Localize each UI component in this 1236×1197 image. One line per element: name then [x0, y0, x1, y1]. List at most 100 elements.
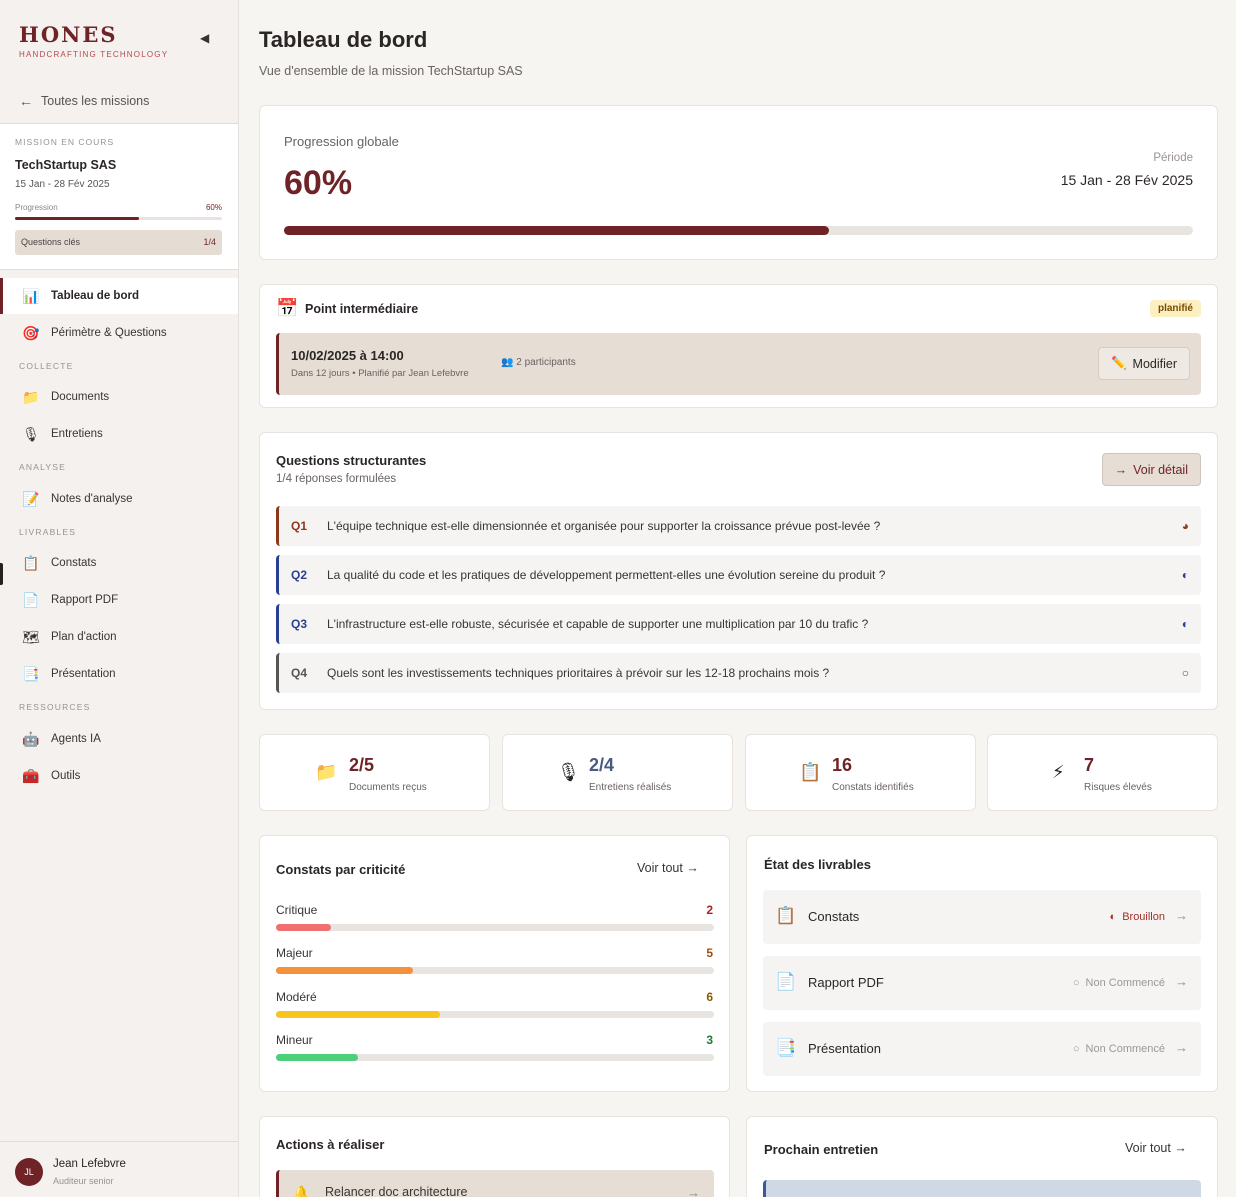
criticality-label: Majeur: [276, 946, 313, 960]
edit-milestone-button[interactable]: ✏️ Modifier: [1097, 347, 1190, 380]
sidebar-item-action-plan[interactable]: 🗺 Plan d'action: [0, 619, 238, 655]
collapse-sidebar-icon[interactable]: ◀: [200, 31, 209, 45]
clipboard-icon: 📋: [775, 906, 797, 925]
action-row[interactable]: 🔔 Relancer doc architecture →: [276, 1170, 714, 1197]
criticality-bar: [276, 1011, 714, 1018]
divider: [0, 269, 239, 270]
user-role: Auditeur senior: [53, 1176, 114, 1186]
criticality-value: 3: [706, 1033, 713, 1047]
section-collecte: COLLECTE: [19, 361, 74, 371]
sidebar-item-label: Constats: [51, 557, 97, 569]
stat-value: 7: [1084, 755, 1095, 775]
see-all-findings-link[interactable]: Voir tout →: [637, 861, 699, 875]
milestone-card: 📅 Point intermédiaire planifié 10/02/202…: [259, 284, 1218, 408]
lightning-icon: ⚡: [1052, 762, 1065, 782]
key-questions-value: 1/4: [203, 237, 216, 247]
sidebar: HONES HANDCRAFTING TECHNOLOGY ◀ ← Toutes…: [0, 0, 239, 1197]
brand-logo[interactable]: HONES HANDCRAFTING TECHNOLOGY: [19, 22, 168, 59]
sidebar-item-interviews[interactable]: 🎙 Entretiens: [0, 416, 238, 452]
stat-value: 16: [832, 755, 853, 775]
sidebar-item-ai-agents[interactable]: 🤖 Agents IA: [0, 721, 238, 757]
stat-risks[interactable]: ⚡ 7 Risques élevés: [987, 734, 1218, 811]
question-number: Q2: [291, 568, 308, 582]
sidebar-item-documents[interactable]: 📁 Documents: [0, 379, 238, 415]
deliverable-status: ○ Non Commencé: [1073, 977, 1165, 989]
question-row[interactable]: Q4 Quels sont les investissements techni…: [276, 653, 1201, 693]
global-progress-fill: [284, 226, 830, 235]
questions-subtitle: 1/4 réponses formulées: [276, 473, 397, 485]
sidebar-item-label: Notes d'analyse: [51, 493, 133, 505]
deliverable-row[interactable]: 📄 Rapport PDF ○ Non Commencé →: [763, 956, 1201, 1010]
progress-status-icon: ◐: [1181, 617, 1189, 631]
back-to-missions-link[interactable]: ← Toutes les missions: [19, 93, 149, 109]
sidebar-item-scope[interactable]: 🎯 Périmètre & Questions: [0, 315, 238, 351]
participants-count: 👥 2 participants: [501, 357, 576, 368]
stat-findings[interactable]: 📋 16 Constats identifiés: [745, 734, 976, 811]
question-text: Quels sont les investissements technique…: [327, 666, 830, 680]
deliverable-row[interactable]: 📋 Constats ◐ Brouillon →: [763, 890, 1201, 944]
see-all-interviews-link[interactable]: Voir tout →: [1125, 1141, 1187, 1155]
arrow-left-icon: ←: [19, 93, 33, 109]
mission-name: TechStartup SAS: [15, 158, 117, 172]
actions-title: Actions à réaliser: [276, 1137, 385, 1152]
sidebar-item-findings[interactable]: 📋 Constats: [0, 545, 238, 581]
criticality-title: Constats par criticité: [276, 862, 406, 877]
milestone-title: Point intermédiaire: [305, 302, 419, 316]
brand-name: HONES: [19, 22, 118, 47]
sidebar-item-label: Outils: [51, 770, 81, 782]
sidebar-item-label: Périmètre & Questions: [51, 327, 167, 339]
arrow-right-icon: →: [1175, 908, 1188, 923]
question-text: L'infrastructure est-elle robuste, sécur…: [327, 617, 869, 631]
question-row[interactable]: Q3 L'infrastructure est-elle robuste, sé…: [276, 604, 1201, 644]
stat-value: 2/4: [589, 755, 615, 775]
stat-label: Constats identifiés: [832, 782, 914, 793]
microphone-icon: 🎙: [22, 425, 40, 442]
key-questions-box[interactable]: Questions clés 1/4: [15, 230, 222, 255]
sidebar-item-label: Tableau de bord: [51, 290, 139, 302]
sidebar-item-pdf-report[interactable]: 📄 Rapport PDF: [0, 582, 238, 618]
question-text: L'équipe technique est-elle dimensionnée…: [327, 519, 881, 533]
deliverables-card: État des livrables 📋 Constats ◐ Brouillo…: [746, 835, 1218, 1092]
user-profile[interactable]: JL Jean Lefebvre Auditeur senior: [0, 1141, 239, 1197]
resize-handle[interactable]: [0, 563, 3, 585]
section-analyse: ANALYSE: [19, 462, 66, 472]
key-questions-label: Questions clés: [21, 237, 81, 247]
half-circle-icon: ◐: [1109, 911, 1117, 923]
sidebar-item-label: Documents: [51, 391, 110, 403]
criticality-label: Critique: [276, 903, 318, 917]
sidebar-item-tools[interactable]: 🧰 Outils: [0, 758, 238, 794]
view-detail-label: Voir détail: [1133, 462, 1188, 477]
question-row[interactable]: Q1 L'équipe technique est-elle dimension…: [276, 506, 1201, 546]
progress-value: 60%: [284, 164, 353, 202]
milestone-datetime: 10/02/2025 à 14:00: [291, 348, 404, 363]
question-text: La qualité du code et les pratiques de d…: [327, 568, 886, 582]
deliverable-status-label: Non Commencé: [1085, 1043, 1165, 1055]
page-subtitle: Vue d'ensemble de la mission TechStartup…: [259, 64, 523, 78]
criticality-bar: [276, 1054, 714, 1061]
empty-circle-icon: ○: [1072, 1043, 1080, 1055]
stat-interviews[interactable]: 🎙 2/4 Entretiens réalisés: [502, 734, 733, 811]
sidebar-item-label: Entretiens: [51, 428, 103, 440]
question-row[interactable]: Q2 La qualité du code et les pratiques d…: [276, 555, 1201, 595]
sidebar-item-label: Présentation: [51, 668, 116, 680]
arrow-right-icon: →: [1175, 1040, 1188, 1055]
deliverable-name: Présentation: [808, 1041, 881, 1056]
stat-label: Documents reçus: [349, 782, 427, 793]
sidebar-item-dashboard[interactable]: 📊 Tableau de bord: [0, 278, 238, 314]
memo-icon: 📝: [22, 490, 40, 507]
section-ressources: RESSOURCES: [19, 702, 91, 712]
deliverable-row[interactable]: 📑 Présentation ○ Non Commencé →: [763, 1022, 1201, 1076]
sidebar-item-presentation[interactable]: 📑 Présentation: [0, 656, 238, 692]
map-icon: 🗺: [22, 628, 40, 645]
toolbox-icon: 🧰: [22, 767, 40, 784]
stat-label: Entretiens réalisés: [589, 782, 672, 793]
stat-documents[interactable]: 📁 2/5 Documents reçus: [259, 734, 490, 811]
next-interview-item[interactable]: [763, 1180, 1201, 1197]
view-detail-button[interactable]: → Voir détail: [1101, 453, 1201, 486]
avatar: JL: [15, 1158, 43, 1186]
stat-value: 2/5: [349, 755, 375, 775]
action-text: Relancer doc architecture: [325, 1185, 468, 1197]
sidebar-item-notes[interactable]: 📝 Notes d'analyse: [0, 481, 238, 517]
target-icon: 🎯: [22, 324, 40, 341]
chart-icon: 📊: [22, 287, 40, 304]
